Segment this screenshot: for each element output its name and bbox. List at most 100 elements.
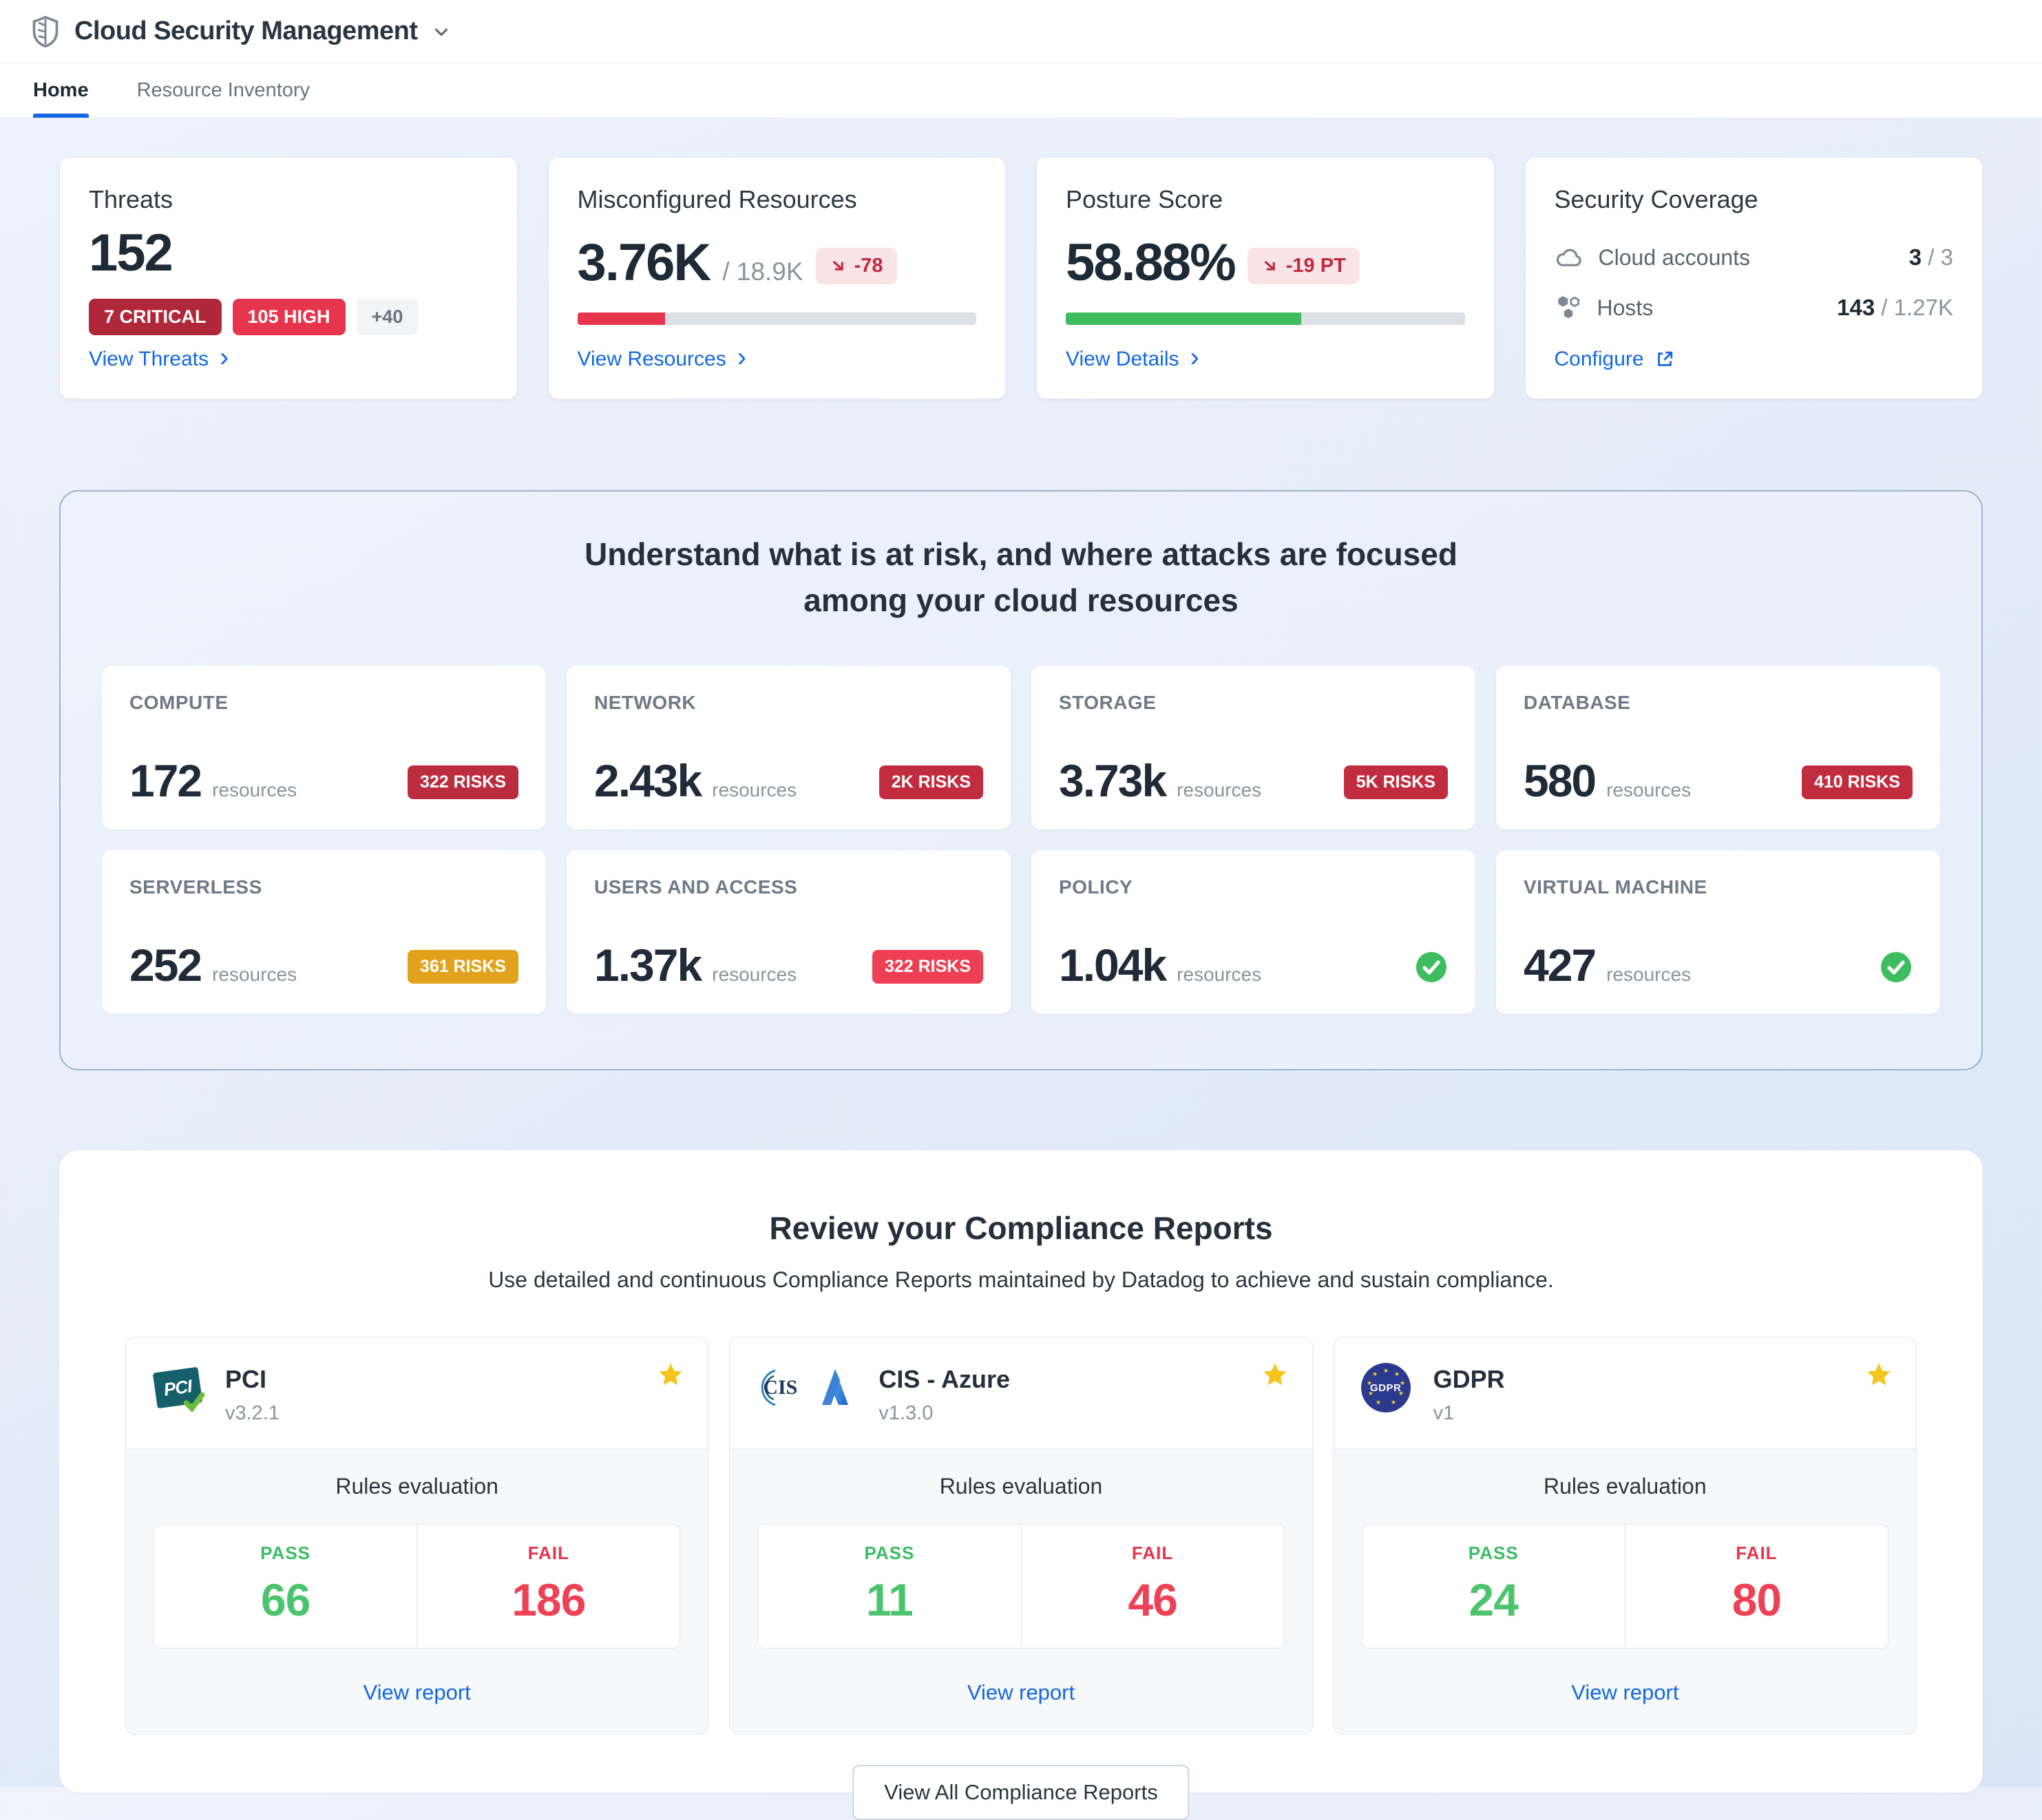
- app-header: Cloud Security Management: [0, 0, 2042, 63]
- critical-badge[interactable]: 7 CRITICAL: [89, 299, 222, 335]
- view-threats-link[interactable]: View Threats ›: [89, 348, 488, 371]
- posture-title: Posture Score: [1066, 185, 1465, 214]
- rules-evaluation-label: Rules evaluation: [757, 1474, 1284, 1499]
- compliance-subtitle: Use detailed and continuous Compliance R…: [125, 1267, 1917, 1293]
- coverage-rows: Cloud accounts 3 / 3 Hosts 143 / 1.27K: [1555, 244, 1954, 321]
- pass-value: 24: [1362, 1574, 1625, 1626]
- star-icon[interactable]: [1261, 1361, 1289, 1392]
- fail-label: FAIL: [1625, 1543, 1888, 1564]
- risk-card-label: NETWORK: [594, 692, 983, 714]
- misconfigured-value: 3.76K: [578, 237, 711, 289]
- risk-badge[interactable]: 5K RISKS: [1344, 765, 1448, 799]
- risk-card-label: USERS AND ACCESS: [594, 876, 983, 898]
- fail-label: FAIL: [1022, 1543, 1284, 1564]
- risk-card-unit: resources: [212, 779, 297, 801]
- check-circle-icon: [1880, 951, 1913, 984]
- configure-link[interactable]: Configure: [1555, 348, 1954, 371]
- misconfigured-values: 3.76K / 18.9K -78: [578, 237, 977, 290]
- cis-azure-logo: CIS: [755, 1361, 858, 1415]
- misconfigured-progress-fill: [578, 313, 665, 325]
- cloud-icon: [1555, 246, 1583, 268]
- misconfigured-progress-track: [578, 313, 977, 325]
- risk-badge[interactable]: 410 RISKS: [1802, 765, 1913, 799]
- view-resources-link[interactable]: View Resources ›: [578, 348, 977, 371]
- risk-card-policy[interactable]: POLICY 1.04kresources: [1031, 850, 1475, 1014]
- risk-card-label: VIRTUAL MACHINE: [1524, 876, 1913, 898]
- pass-label: PASS: [1362, 1543, 1625, 1564]
- threats-title: Threats: [89, 185, 488, 214]
- view-details-link[interactable]: View Details ›: [1066, 348, 1465, 371]
- posture-progress-fill: [1066, 313, 1301, 325]
- coverage-row-hosts: Hosts 143 / 1.27K: [1555, 294, 1954, 321]
- threats-value: 152: [89, 227, 488, 279]
- chevron-right-icon: ›: [220, 350, 229, 364]
- compliance-card-cis-azure: CIS CIS - Azure v1.3.0: [729, 1337, 1312, 1735]
- page-title: Cloud Security Management: [74, 17, 417, 46]
- risk-card-unit: resources: [1606, 964, 1691, 986]
- risk-heading: Understand what is at risk, and where at…: [102, 531, 1940, 623]
- more-badge[interactable]: +40: [357, 299, 419, 335]
- trend-down-icon: [1261, 257, 1279, 275]
- chevron-down-icon[interactable]: [431, 21, 452, 42]
- pass-label: PASS: [154, 1543, 417, 1564]
- threats-card: Threats 152 7 CRITICAL 105 HIGH +40 View…: [59, 157, 518, 399]
- compliance-card-name: CIS - Azure: [878, 1365, 1010, 1394]
- high-badge[interactable]: 105 HIGH: [233, 299, 346, 335]
- azure-logo: [812, 1365, 858, 1410]
- risk-card-serverless[interactable]: SERVERLESS 252resources 361 RISKS: [102, 850, 546, 1014]
- coverage-cloud-value: 3: [1909, 244, 1922, 270]
- compliance-card-version: v1: [1433, 1402, 1505, 1425]
- risk-card-label: COMPUTE: [129, 692, 518, 714]
- risk-card-unit: resources: [1177, 964, 1261, 986]
- misconfigured-title: Misconfigured Resources: [578, 185, 977, 214]
- gdpr-logo: ★★★★★★★★★ GDPR: [1359, 1361, 1413, 1415]
- svg-text:★: ★: [1372, 1371, 1378, 1377]
- risk-card-value: 1.04k: [1059, 942, 1166, 988]
- risk-card-storage[interactable]: STORAGE 3.73kresources 5K RISKS: [1031, 666, 1475, 829]
- fail-cell: FAIL 186: [417, 1525, 680, 1648]
- pass-fail-box: PASS 24 FAIL 80: [1362, 1524, 1888, 1649]
- coverage-cloud-values: 3 / 3: [1909, 244, 1953, 271]
- risk-card-compute[interactable]: COMPUTE 172resources 322 RISKS: [102, 666, 546, 829]
- risk-card-users-and-access[interactable]: USERS AND ACCESS 1.37kresources 322 RISK…: [567, 850, 1011, 1014]
- tab-home[interactable]: Home: [33, 63, 89, 118]
- risk-badge[interactable]: 322 RISKS: [872, 950, 983, 984]
- compliance-card-name: PCI: [225, 1365, 280, 1394]
- shield-icon: [30, 15, 61, 48]
- misconfigured-total: / 18.9K: [722, 257, 803, 286]
- risk-card-label: SERVERLESS: [129, 876, 518, 898]
- view-resources-label: View Resources: [578, 348, 726, 371]
- risk-card-label: DATABASE: [1524, 692, 1913, 714]
- risk-panel: Understand what is at risk, and where at…: [59, 490, 1983, 1070]
- compliance-card-header: CIS CIS - Azure v1.3.0: [730, 1337, 1312, 1448]
- cis-logo-text: CIS: [763, 1376, 797, 1399]
- compliance-card-version: v3.2.1: [225, 1402, 280, 1425]
- rules-evaluation-label: Rules evaluation: [154, 1474, 680, 1499]
- risk-heading-line2: among your cloud resources: [803, 582, 1238, 618]
- risk-card-virtual-machine[interactable]: VIRTUAL MACHINE 427resources: [1496, 850, 1940, 1014]
- compliance-card-body: Rules evaluation PASS 66 FAIL 186 View r…: [126, 1448, 708, 1734]
- fail-cell: FAIL 80: [1625, 1525, 1888, 1648]
- view-report-link[interactable]: View report: [1571, 1680, 1678, 1705]
- coverage-hosts-total: / 1.27K: [1875, 295, 1953, 320]
- view-report-link[interactable]: View report: [967, 1680, 1075, 1705]
- fail-value: 46: [1022, 1574, 1284, 1626]
- risk-badge[interactable]: 322 RISKS: [408, 765, 518, 799]
- risk-card-network[interactable]: NETWORK 2.43kresources 2K RISKS: [567, 666, 1011, 829]
- view-all-compliance-reports-button[interactable]: View All Compliance Reports: [852, 1765, 1189, 1820]
- star-icon[interactable]: [1865, 1361, 1893, 1392]
- risk-badge[interactable]: 361 RISKS: [408, 950, 518, 984]
- tab-resource-inventory[interactable]: Resource Inventory: [137, 63, 310, 118]
- coverage-hosts-label: Hosts: [1597, 295, 1654, 321]
- view-report-link[interactable]: View report: [364, 1680, 471, 1705]
- compliance-heading: Review your Compliance Reports: [125, 1209, 1917, 1247]
- star-icon[interactable]: [657, 1361, 684, 1392]
- compliance-card-grid: PCI PCI v3.2.1 Rules evaluation: [125, 1337, 1917, 1735]
- pass-value: 11: [758, 1574, 1020, 1626]
- risk-card-unit: resources: [712, 779, 797, 801]
- risk-badge[interactable]: 2K RISKS: [879, 765, 983, 799]
- posture-value: 58.88%: [1066, 237, 1235, 289]
- risk-card-database[interactable]: DATABASE 580resources 410 RISKS: [1496, 666, 1940, 829]
- gdpr-logo-text: GDPR: [1370, 1382, 1401, 1394]
- misconfigured-delta-badge: -78: [816, 248, 897, 284]
